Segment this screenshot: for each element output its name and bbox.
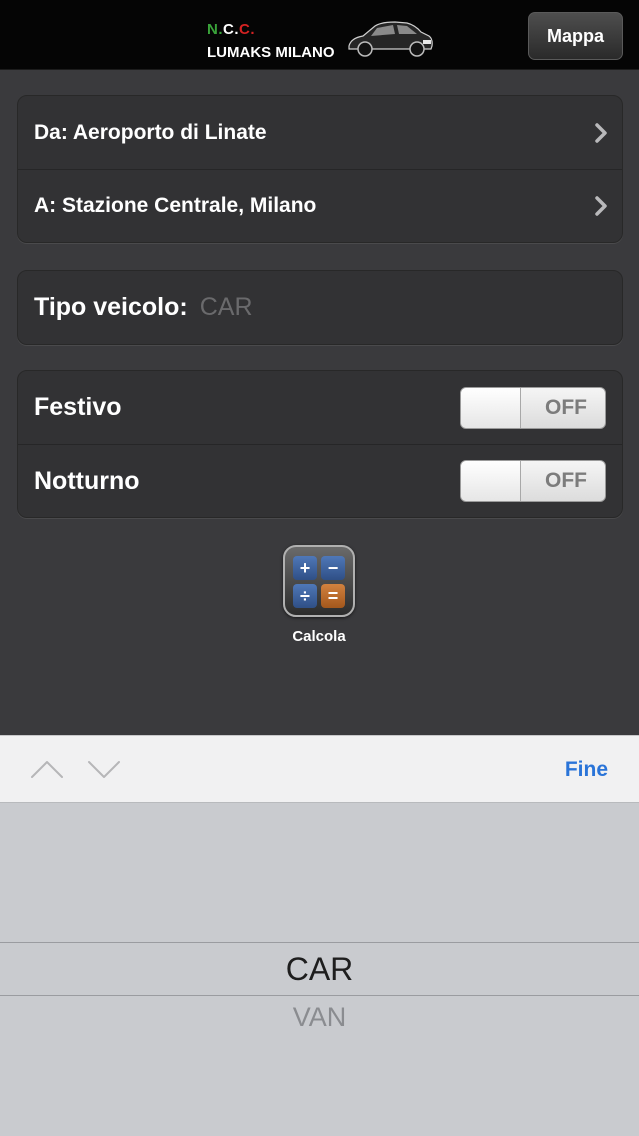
done-button[interactable]: Fine bbox=[565, 758, 608, 782]
festivo-toggle[interactable]: OFF bbox=[460, 386, 606, 429]
vehicle-type-field[interactable]: CAR bbox=[200, 293, 253, 322]
chevron-down-icon[interactable] bbox=[86, 758, 122, 780]
festivo-label: Festivo bbox=[34, 393, 122, 421]
vehicle-type-label: Tipo veicolo: bbox=[34, 293, 188, 321]
ncc-lumaks-logo: N.C.C. LUMAKS MILANO bbox=[205, 14, 445, 64]
from-location-cell[interactable]: Da: Aeroporto di Linate bbox=[18, 96, 622, 169]
notturno-label: Notturno bbox=[34, 466, 140, 495]
from-location-label: Da: Aeroporto di Linate bbox=[34, 120, 267, 144]
vehicle-type-group: Tipo veicolo: CAR bbox=[17, 270, 623, 345]
logo-letter-n: N. bbox=[207, 21, 223, 38]
notturno-toggle[interactable]: OFF bbox=[460, 460, 606, 502]
logo-company-name: LUMAKS MILANO bbox=[207, 44, 335, 61]
to-location-cell[interactable]: A: Stazione Centrale, Milano bbox=[18, 169, 622, 242]
route-group: Da: Aeroporto di Linate A: Stazione Cent… bbox=[17, 95, 623, 243]
calculate-label: Calcola bbox=[292, 628, 346, 645]
car-icon bbox=[348, 21, 433, 57]
notturno-cell: Notturno OFF bbox=[18, 444, 622, 517]
logo-letter-c2: C. bbox=[239, 21, 255, 38]
calculator-icon: + − ÷ = bbox=[285, 547, 353, 615]
picker-option[interactable]: VAN bbox=[0, 999, 639, 1035]
festivo-cell: Festivo OFF bbox=[18, 371, 622, 444]
picker-toolbar: Fine bbox=[0, 735, 639, 802]
picker-selection-bottom-line bbox=[0, 995, 639, 996]
navigation-bar: N.C.C. LUMAKS MILANO Mappa bbox=[0, 0, 639, 70]
toggle-state-text: OFF bbox=[545, 395, 587, 419]
toggle-knob bbox=[461, 461, 521, 501]
toggle-knob bbox=[461, 387, 521, 428]
chevron-right-icon bbox=[595, 122, 607, 143]
map-button[interactable]: Mappa bbox=[528, 12, 623, 60]
to-location-label: A: Stazione Centrale, Milano bbox=[34, 194, 317, 217]
vehicle-picker[interactable]: CAR VAN bbox=[0, 802, 639, 1136]
toggle-state-text: OFF bbox=[545, 469, 587, 492]
minus-key: − bbox=[321, 556, 345, 580]
calculate-button[interactable]: + − ÷ = bbox=[283, 545, 355, 617]
logo-letter-c1: C. bbox=[223, 21, 239, 38]
plus-key: + bbox=[293, 556, 317, 580]
logo-ncc-text: N.C.C. bbox=[207, 21, 255, 38]
equals-key: = bbox=[321, 584, 345, 608]
picker-selected-option[interactable]: CAR bbox=[0, 943, 639, 995]
chevron-up-icon[interactable] bbox=[29, 758, 65, 780]
divide-key: ÷ bbox=[293, 584, 317, 608]
options-group: Festivo OFF Notturno OFF bbox=[17, 370, 623, 518]
chevron-right-icon bbox=[595, 196, 607, 216]
vehicle-type-cell[interactable]: Tipo veicolo: CAR bbox=[18, 271, 622, 344]
